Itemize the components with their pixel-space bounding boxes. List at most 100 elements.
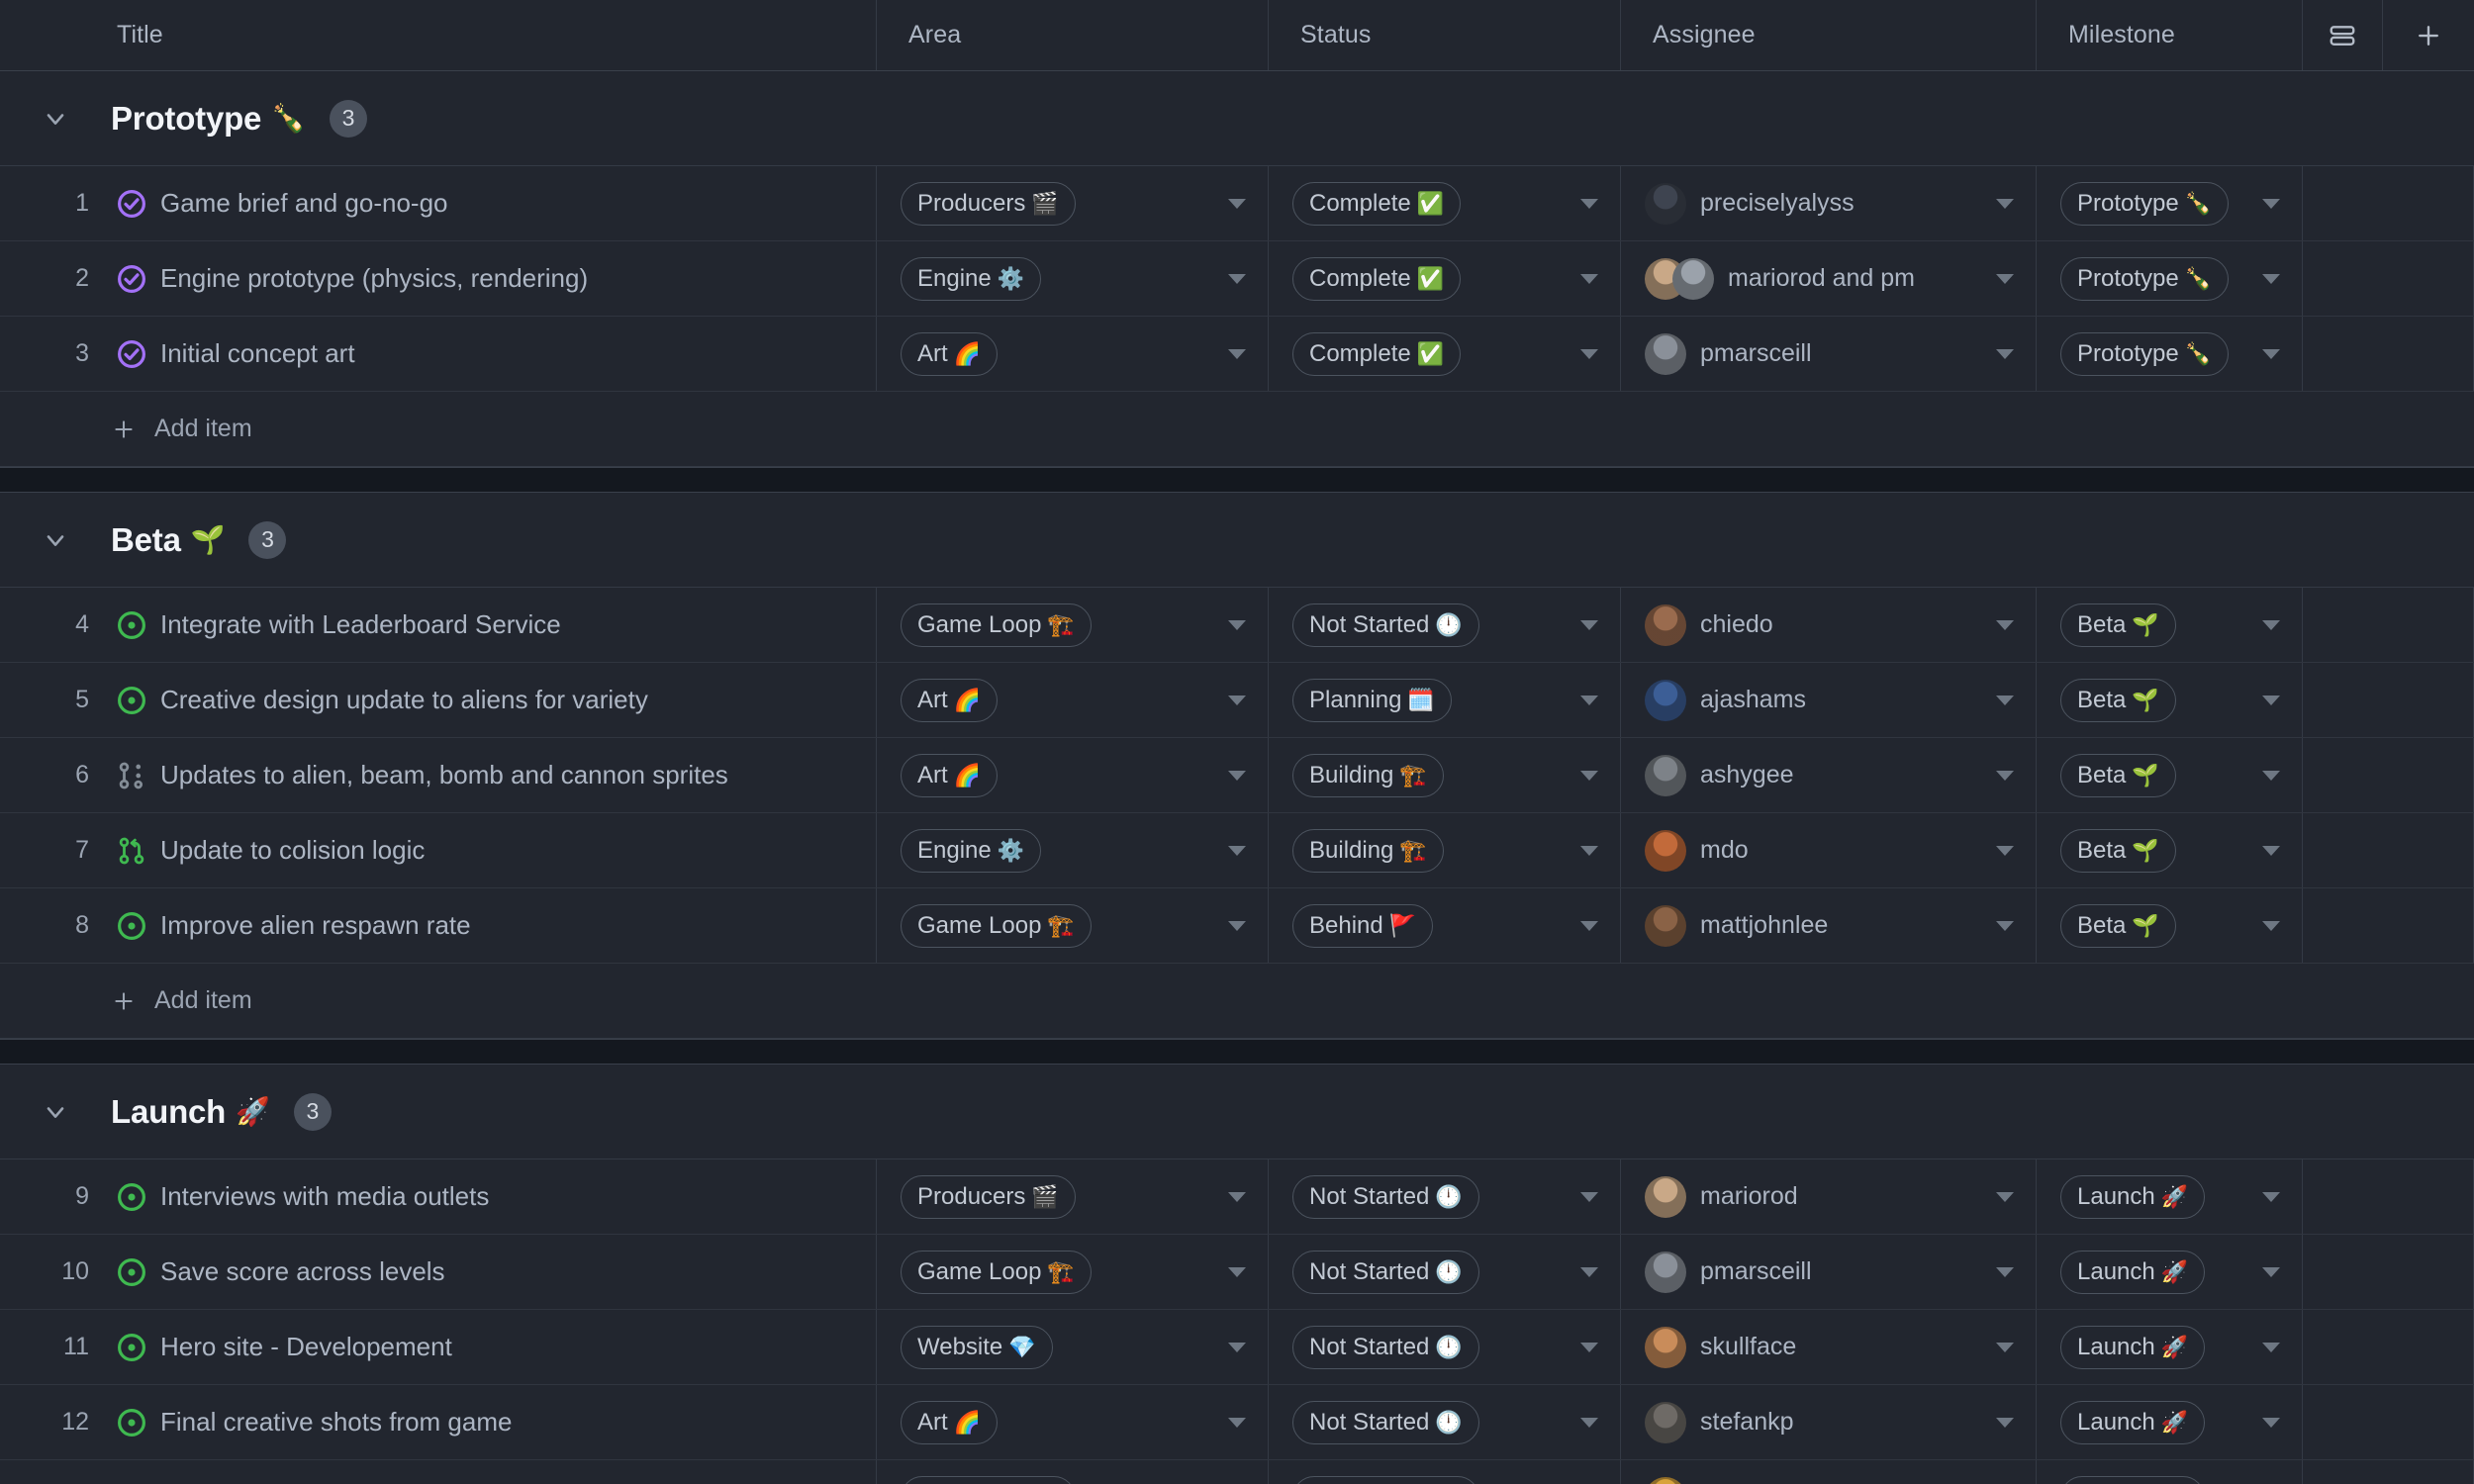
cell-milestone[interactable]: Prototype 🍾 bbox=[2037, 317, 2302, 391]
milestone-token[interactable]: Beta 🌱 bbox=[2060, 753, 2176, 797]
milestone-token[interactable]: Launch 🚀 bbox=[2060, 1400, 2206, 1444]
table-row-2[interactable]: 2 Engine prototype (physics, rendering) … bbox=[0, 241, 2474, 317]
chevron-down-icon[interactable] bbox=[1228, 770, 1246, 781]
cell-title[interactable]: Creative design update to aliens for var… bbox=[109, 663, 877, 737]
group-header[interactable]: Launch 🚀 3 bbox=[0, 1065, 2474, 1159]
chevron-down-icon[interactable] bbox=[1228, 1266, 1246, 1277]
column-header-assignee[interactable]: Assignee bbox=[1621, 0, 2037, 70]
cell-assignee[interactable]: stefankp bbox=[1621, 1385, 2037, 1459]
chevron-down-icon[interactable] bbox=[1996, 619, 2014, 630]
chevron-down-icon[interactable] bbox=[0, 105, 111, 133]
cell-status[interactable]: Behind 🚩 bbox=[1269, 888, 1621, 963]
cell-milestone[interactable]: Launch 🚀 bbox=[2037, 1159, 2302, 1234]
status-token[interactable]: Not Started 🕛 bbox=[1292, 1250, 1479, 1294]
milestone-token[interactable]: Beta 🌱 bbox=[2060, 828, 2176, 873]
chevron-down-icon[interactable] bbox=[2262, 1191, 2280, 1202]
add-column-button[interactable] bbox=[2383, 0, 2474, 70]
table-row-9[interactable]: 9 Interviews with media outlets Producer… bbox=[0, 1159, 2474, 1235]
chevron-down-icon[interactable] bbox=[1580, 1191, 1598, 1202]
area-token[interactable]: Producers 🎬 bbox=[901, 181, 1076, 226]
area-token[interactable]: Art 🌈 bbox=[901, 753, 999, 797]
cell-title[interactable]: Improve alien respawn rate bbox=[109, 888, 877, 963]
chevron-down-icon[interactable] bbox=[1996, 1417, 2014, 1428]
chevron-down-icon[interactable] bbox=[1580, 920, 1598, 931]
cell-milestone[interactable]: Launch 🚀 bbox=[2037, 1235, 2302, 1309]
milestone-token[interactable]: Beta 🌱 bbox=[2060, 678, 2176, 722]
cell-assignee[interactable]: pmarsceill bbox=[1621, 317, 2037, 391]
cell-area[interactable]: Game Loop 🏗️ bbox=[877, 588, 1269, 662]
chevron-down-icon[interactable] bbox=[1580, 770, 1598, 781]
row-height-button[interactable] bbox=[2302, 0, 2383, 70]
chevron-down-icon[interactable] bbox=[1228, 695, 1246, 705]
chevron-down-icon[interactable] bbox=[1996, 695, 2014, 705]
status-token[interactable]: Building 🏗️ bbox=[1292, 753, 1444, 797]
cell-assignee[interactable]: preciselyalyss bbox=[1621, 166, 2037, 240]
area-token[interactable]: Game Loop 🏗️ bbox=[901, 903, 1092, 948]
group-header[interactable]: Beta 🌱 3 bbox=[0, 493, 2474, 588]
cell-title[interactable]: Engine prototype (physics, rendering) bbox=[109, 241, 877, 316]
area-token[interactable]: Producers 🎬 bbox=[901, 1475, 1076, 1484]
group-header[interactable]: Prototype 🍾 3 bbox=[0, 71, 2474, 166]
area-token[interactable]: Game Loop 🏗️ bbox=[901, 1250, 1092, 1294]
cell-milestone[interactable]: Launch 🚀 bbox=[2037, 1310, 2302, 1384]
area-token[interactable]: Engine ⚙️ bbox=[901, 256, 1042, 301]
milestone-token[interactable]: Prototype 🍾 bbox=[2060, 256, 2230, 301]
chevron-down-icon[interactable] bbox=[1228, 845, 1246, 856]
cell-title[interactable]: Game brief and go-no-go bbox=[109, 166, 877, 240]
status-token[interactable]: Building 🏗️ bbox=[1292, 828, 1444, 873]
cell-assignee[interactable]: ashygee bbox=[1621, 738, 2037, 812]
status-token[interactable]: Complete ✅ bbox=[1292, 181, 1462, 226]
cell-title[interactable]: Updates to alien, beam, bomb and cannon … bbox=[109, 738, 877, 812]
chevron-down-icon[interactable] bbox=[1580, 1342, 1598, 1352]
cell-area[interactable]: Engine ⚙️ bbox=[877, 813, 1269, 887]
cell-milestone[interactable]: Launch 🚀 bbox=[2037, 1460, 2302, 1484]
status-token[interactable]: Not Started 🕛 bbox=[1292, 1400, 1479, 1444]
cell-status[interactable]: Building 🏗️ bbox=[1269, 813, 1621, 887]
chevron-down-icon[interactable] bbox=[1580, 273, 1598, 284]
cell-assignee[interactable]: chiedo bbox=[1621, 588, 2037, 662]
table-row-8[interactable]: 8 Improve alien respawn rate Game Loop 🏗… bbox=[0, 888, 2474, 964]
chevron-down-icon[interactable] bbox=[2262, 273, 2280, 284]
table-row-7[interactable]: 7 Update to colision logic Engine ⚙️ Bui… bbox=[0, 813, 2474, 888]
cell-assignee[interactable]: mariorod bbox=[1621, 1159, 2037, 1234]
milestone-token[interactable]: Launch 🚀 bbox=[2060, 1250, 2206, 1294]
chevron-down-icon[interactable] bbox=[1996, 198, 2014, 209]
chevron-down-icon[interactable] bbox=[1996, 1342, 2014, 1352]
table-row-11[interactable]: 11 Hero site - Developement Website 💎 No… bbox=[0, 1310, 2474, 1385]
cell-assignee[interactable]: amandaswan bbox=[1621, 1460, 2037, 1484]
cell-milestone[interactable]: Launch 🚀 bbox=[2037, 1385, 2302, 1459]
cell-status[interactable]: Not Started 🕛 bbox=[1269, 1310, 1621, 1384]
chevron-down-icon[interactable] bbox=[1996, 770, 2014, 781]
cell-area[interactable]: Engine ⚙️ bbox=[877, 241, 1269, 316]
chevron-down-icon[interactable] bbox=[2262, 198, 2280, 209]
cell-status[interactable]: Complete ✅ bbox=[1269, 166, 1621, 240]
cell-title[interactable]: Hero site - Developement bbox=[109, 1310, 877, 1384]
chevron-down-icon[interactable] bbox=[1996, 920, 2014, 931]
table-row-5[interactable]: 5 Creative design update to aliens for v… bbox=[0, 663, 2474, 738]
area-token[interactable]: Art 🌈 bbox=[901, 678, 999, 722]
chevron-down-icon[interactable] bbox=[1996, 348, 2014, 359]
cell-area[interactable]: Game Loop 🏗️ bbox=[877, 888, 1269, 963]
area-token[interactable]: Engine ⚙️ bbox=[901, 828, 1042, 873]
chevron-down-icon[interactable] bbox=[1580, 695, 1598, 705]
chevron-down-icon[interactable] bbox=[2262, 619, 2280, 630]
area-token[interactable]: Art 🌈 bbox=[901, 1400, 999, 1444]
chevron-down-icon[interactable] bbox=[1228, 619, 1246, 630]
cell-title[interactable]: Final creative shots from game bbox=[109, 1385, 877, 1459]
status-token[interactable]: Complete ✅ bbox=[1292, 256, 1462, 301]
cell-area[interactable]: Website 💎 bbox=[877, 1310, 1269, 1384]
cell-milestone[interactable]: Prototype 🍾 bbox=[2037, 241, 2302, 316]
chevron-down-icon[interactable] bbox=[2262, 695, 2280, 705]
milestone-token[interactable]: Beta 🌱 bbox=[2060, 903, 2176, 948]
cell-status[interactable]: Not Started 🕛 bbox=[1269, 1235, 1621, 1309]
cell-status[interactable]: Complete ✅ bbox=[1269, 241, 1621, 316]
cell-area[interactable]: Game Loop 🏗️ bbox=[877, 1235, 1269, 1309]
cell-milestone[interactable]: Beta 🌱 bbox=[2037, 813, 2302, 887]
chevron-down-icon[interactable] bbox=[2262, 845, 2280, 856]
cell-assignee[interactable]: mariorod and pm bbox=[1621, 241, 2037, 316]
cell-status[interactable]: Not Started 🕛 bbox=[1269, 1460, 1621, 1484]
column-header-status[interactable]: Status bbox=[1269, 0, 1621, 70]
chevron-down-icon[interactable] bbox=[1996, 845, 2014, 856]
chevron-down-icon[interactable] bbox=[1228, 1342, 1246, 1352]
chevron-down-icon[interactable] bbox=[1580, 348, 1598, 359]
